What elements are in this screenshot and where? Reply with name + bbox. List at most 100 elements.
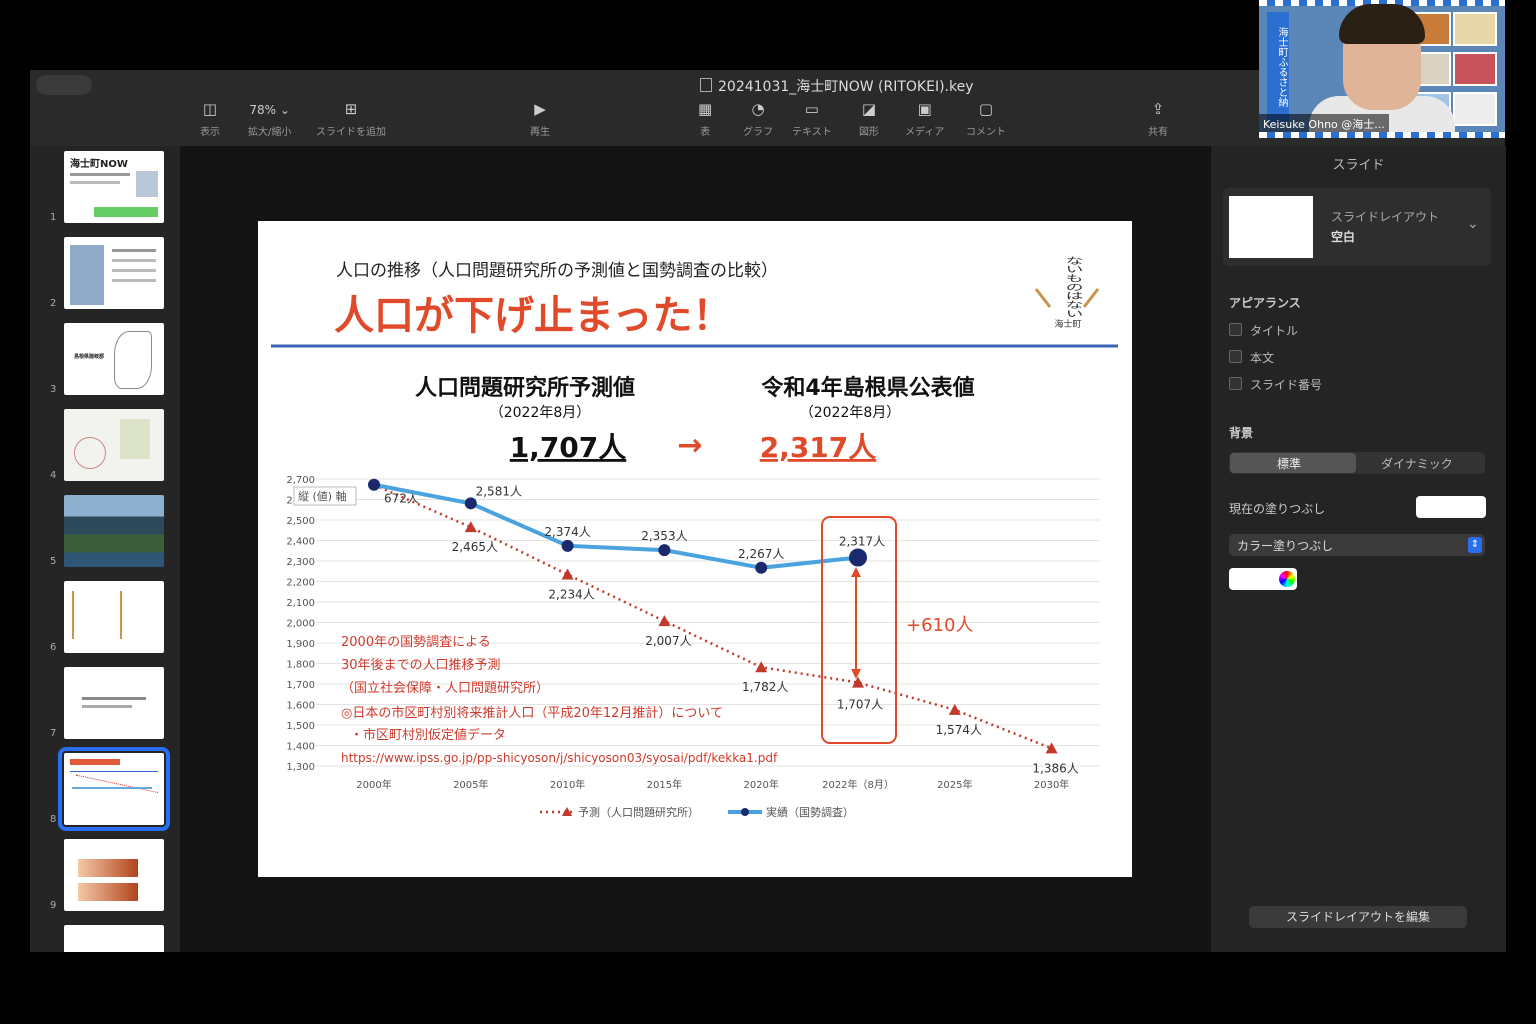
food-photo xyxy=(1453,92,1497,126)
webcam-overlay: 海士町ふるさと納 Keisuke Ohno @海士... xyxy=(1259,0,1505,138)
inspector-panel: スライド スライドレイアウト 空白 ⌄ アピアランス タイトル 本文 スライド番… xyxy=(1210,146,1506,952)
x-tick-label: 2022年（8月） xyxy=(822,778,894,791)
body-checkbox-label: 本文 xyxy=(1250,351,1275,365)
forecast-label: 2,465人 xyxy=(452,540,498,554)
slide-layout-picker[interactable]: スライドレイアウト 空白 ⌄ xyxy=(1223,188,1491,266)
shape-label: 図形 xyxy=(859,127,879,138)
slide-thumb-9[interactable] xyxy=(64,839,164,911)
slide-subtitle: 人口の推移（人口問題研究所の予測値と国勢調査の比較） xyxy=(336,261,778,281)
segment-standard[interactable]: 標準 xyxy=(1277,455,1301,472)
slide-thumb-3[interactable]: 島根県隠岐郡 xyxy=(64,323,164,395)
fill-type-value: カラー塗りつぶし xyxy=(1237,539,1334,553)
background-segmented-control[interactable]: 標準 ダイナミック xyxy=(1229,452,1485,474)
actual-point xyxy=(849,548,867,567)
share-icon: ⇪ xyxy=(1151,100,1165,118)
zoom-value: 78% ⌄ xyxy=(249,103,290,117)
slide-thumb-6[interactable] xyxy=(64,581,164,653)
logo-stroke-right xyxy=(1082,288,1100,308)
title-checkbox[interactable]: タイトル xyxy=(1229,322,1298,339)
diff-arrow-up xyxy=(851,567,861,577)
chevron-down-icon: ⌄ xyxy=(1467,216,1479,232)
inspector-tab-slide[interactable]: スライド xyxy=(1211,146,1506,173)
play-button[interactable]: ▶ 再生 xyxy=(530,100,550,138)
note-url[interactable]: https://www.ipss.go.jp/pp-shicyoson/j/sh… xyxy=(341,751,778,765)
layout-value: 空白 xyxy=(1331,230,1356,244)
webcam-banner: 海士町ふるさと納 xyxy=(1267,12,1289,122)
zoom-button[interactable]: 78% ⌄ 拡大/縮小 xyxy=(248,100,291,138)
slide-thumb-4[interactable] xyxy=(64,409,164,481)
color-wheel-icon[interactable] xyxy=(1279,571,1295,587)
view-label: 表示 xyxy=(200,127,220,138)
edit-layout-button[interactable]: スライドレイアウトを編集 xyxy=(1249,906,1467,928)
slide-thumb-5[interactable] xyxy=(64,495,164,567)
sidebar-header xyxy=(30,70,181,146)
y-tick-label: 1,300 xyxy=(286,762,315,773)
slide-number-checkbox[interactable]: スライド番号 xyxy=(1229,376,1322,393)
y-tick-label: 2,400 xyxy=(286,537,315,548)
slide-thumb-1[interactable]: 海士町NOW xyxy=(64,151,164,223)
axis-tag[interactable]: 縦 (値) 軸 xyxy=(293,486,357,506)
fill-color-well[interactable] xyxy=(1416,496,1486,518)
keynote-window: 20241031_海士町NOW (RITOKEI).key ◫ 表示 78% ⌄ 拡… xyxy=(30,70,1506,952)
note-line-5: ・市区町村別仮定値データ xyxy=(350,727,506,743)
document-title: 20241031_海士町NOW (RITOKEI).key xyxy=(700,76,974,96)
keynote-file-icon xyxy=(700,78,712,92)
chart-button[interactable]: ◔ グラフ xyxy=(743,100,773,138)
color-swatch[interactable] xyxy=(1229,568,1297,590)
y-tick-label: 1,700 xyxy=(286,680,315,691)
left-value: 1,707人 xyxy=(510,431,627,464)
slide-canvas[interactable]: 人口の推移（人口問題研究所の予測値と国勢調査の比較） 人口が下げ止まった！ ない… xyxy=(181,146,1210,952)
thumb-number: 1 xyxy=(50,212,57,223)
x-tick-label: 2025年 xyxy=(937,778,972,791)
add-slide-icon: ⊞ xyxy=(344,100,358,118)
table-button[interactable]: ▦ 表 xyxy=(698,100,712,138)
slide-thumb-8[interactable] xyxy=(58,747,170,831)
forecast-point xyxy=(658,615,671,627)
slide-navigator[interactable]: 海士町NOW 1 2 島根県隠岐郡 3 4 5 6 7 8 9 xyxy=(30,146,181,952)
fill-type-select[interactable]: カラー塗りつぶし ⇕ xyxy=(1229,534,1485,556)
actual-point xyxy=(658,544,671,557)
right-value: 2,317人 xyxy=(760,431,877,464)
y-tick-label: 2,100 xyxy=(286,598,315,609)
view-button[interactable]: ◫ 表示 xyxy=(200,100,220,138)
comment-button[interactable]: ▢ コメント xyxy=(966,100,1006,138)
body-checkbox[interactable]: 本文 xyxy=(1229,349,1274,366)
slide-thumb-10[interactable] xyxy=(64,925,164,952)
y-tick-label: 2,300 xyxy=(286,557,315,568)
forecast-point xyxy=(948,703,961,715)
slide-thumb-7[interactable] xyxy=(64,667,164,739)
actual-label: 2,374人 xyxy=(544,525,590,539)
forecast-label: 1,707人 xyxy=(837,698,883,712)
thumb-number: 9 xyxy=(50,900,57,911)
add-slide-button[interactable]: ⊞ スライドを追加 xyxy=(316,100,386,138)
logo-text: ないものはない xyxy=(1063,256,1084,318)
y-tick-label: 1,400 xyxy=(286,742,315,753)
text-button[interactable]: ▭ テキスト xyxy=(792,100,832,138)
media-button[interactable]: ▣ メディア xyxy=(905,100,944,138)
logo-stroke-left xyxy=(1034,288,1052,308)
thumb-3-label: 島根県隠岐郡 xyxy=(74,354,105,360)
thumb-number: 7 xyxy=(50,728,57,739)
y-tick-label: 2,500 xyxy=(286,516,315,527)
actual-point xyxy=(368,478,380,491)
forecast-label: 1,386人 xyxy=(1032,761,1078,775)
slide-thumb-2[interactable] xyxy=(64,237,164,309)
y-tick-label: 2,000 xyxy=(286,619,315,630)
x-tick-label: 2020年 xyxy=(743,778,778,791)
share-button[interactable]: ⇪ 共有 xyxy=(1148,100,1168,138)
slide-number-label: スライド番号 xyxy=(1250,378,1323,392)
text-icon: ▭ xyxy=(804,100,819,118)
checkbox-icon xyxy=(1229,323,1242,336)
checkbox-icon xyxy=(1229,350,1242,363)
actual-label: 2,581人 xyxy=(476,484,522,498)
webcam-stripe-bottom xyxy=(1259,132,1505,138)
window-grip[interactable] xyxy=(36,75,92,95)
segment-dynamic[interactable]: ダイナミック xyxy=(1381,455,1453,472)
current-slide[interactable]: 人口の推移（人口問題研究所の予測値と国勢調査の比較） 人口が下げ止まった！ ない… xyxy=(258,221,1132,877)
thumb-number: 6 xyxy=(50,642,57,653)
document-title-text: 20241031_海士町NOW (RITOKEI).key xyxy=(718,79,974,95)
shape-button[interactable]: ◪ 図形 xyxy=(859,100,879,138)
actual-label: 2,317人 xyxy=(839,535,885,549)
actual-label: 2,353人 xyxy=(641,529,687,543)
diff-arrow-down xyxy=(851,669,861,679)
